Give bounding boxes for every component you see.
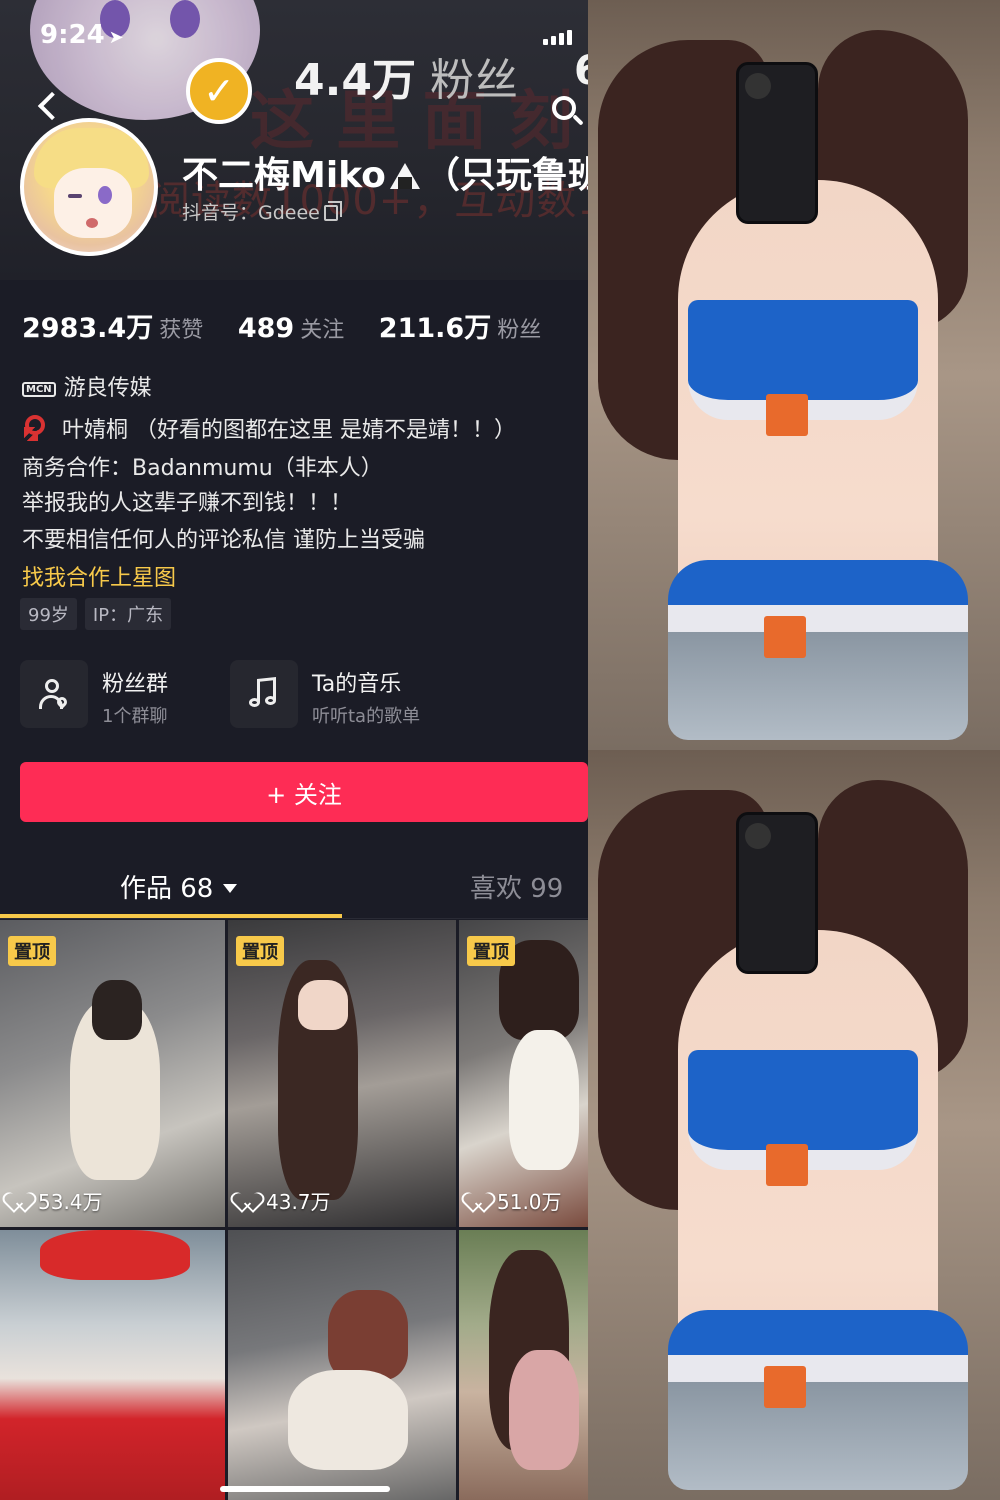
photo-bottom [588, 750, 1000, 1500]
video-likes: 53.4万 [10, 1186, 103, 1215]
heart-icon [238, 1193, 258, 1211]
starmap-link[interactable]: 找我合作上星图 [22, 560, 176, 592]
status-time: 9:24 ➤ [40, 20, 124, 50]
tab-divider [0, 918, 588, 919]
stat-followers[interactable]: 211.6万 粉丝 [379, 306, 541, 345]
back-button[interactable] [34, 91, 67, 126]
video-likes: 51.0万 [469, 1186, 562, 1215]
pinned-badge: 置顶 [236, 936, 284, 966]
mcn-agency[interactable]: MCN 游良传媒 [22, 370, 152, 402]
tab-likes[interactable]: 喜欢 99 [470, 868, 563, 905]
music-card[interactable]: Ta的音乐 听听ta的歌单 [230, 660, 440, 730]
tab-works[interactable]: 作品 68 [120, 868, 238, 905]
copy-icon[interactable] [323, 201, 342, 221]
onigiri-icon [389, 163, 420, 189]
stat-following[interactable]: 489 关注 [238, 312, 344, 344]
search-button[interactable] [548, 92, 588, 132]
ribbon-icon [22, 415, 45, 441]
video-thumbnail[interactable] [228, 1230, 456, 1500]
video-thumbnail[interactable] [459, 1230, 588, 1500]
profile-screen: 这 里 面 刻 阅读数1000+，互动数10 ✓ 9:24 ➤ 4.4万 粉丝 6 … [0, 0, 588, 1500]
mcn-badge-icon: MCN [22, 382, 56, 397]
location-arrow-icon: ➤ [108, 27, 124, 48]
photo-top [588, 0, 1000, 750]
feature-cards: 粉丝群 1个群聊 Ta的音乐 听听ta的歌单 [20, 660, 440, 730]
avatar[interactable] [20, 118, 158, 256]
douyin-id[interactable]: 抖音号：Gdeee [182, 198, 342, 225]
video-thumbnail[interactable]: 置顶 43.7万 [228, 920, 456, 1227]
bio-line-1: 叶婧桐 （好看的图都在这里 是婧不是靖！！） [22, 412, 516, 444]
header-fans-count: 4.4万 粉丝 [294, 55, 518, 106]
caret-down-icon [223, 884, 238, 893]
profile-stats: 2983.4万 获赞 489 关注 211.6万 粉丝 [22, 306, 567, 345]
stat-likes: 2983.4万 获赞 [22, 313, 204, 344]
follow-button[interactable]: + 关注 [20, 762, 588, 822]
ip-location-tag: IP：广东 [84, 598, 172, 630]
fan-group-card[interactable]: 粉丝群 1个群聊 [20, 660, 230, 730]
video-likes: 43.7万 [238, 1186, 331, 1215]
video-grid: 置顶 53.4万 置顶 43.7万 置顶 51.0万 [0, 920, 588, 1500]
fan-group-icon [39, 679, 70, 710]
profile-nickname: 不二梅Miko （只玩鲁班 [182, 155, 588, 196]
bio-line-2: 商务合作：Badanmumu（非本人） [22, 456, 383, 481]
signal-icon [543, 30, 572, 45]
video-thumbnail[interactable]: 置顶 53.4万 [0, 920, 225, 1227]
bio-line-3: 举报我的人这辈子赚不到钱！！！ [22, 491, 353, 516]
pinned-badge: 置顶 [467, 936, 515, 966]
chevron-left-icon [37, 91, 67, 121]
bio-line-4: 不要相信任何人的评论私信 谨防上当受骗 [22, 528, 425, 553]
pinned-badge: 置顶 [8, 936, 56, 966]
age-tag: 99岁 [20, 598, 77, 630]
header-partial-count: 6 [574, 48, 588, 94]
music-title: Ta的音乐 [312, 672, 402, 697]
video-thumbnail[interactable]: 置顶 51.0万 [459, 920, 588, 1227]
fan-group-title: 粉丝群 [102, 672, 169, 697]
home-indicator[interactable] [220, 1486, 390, 1492]
fan-group-subtitle: 1个群聊 [102, 706, 168, 727]
music-note-icon [249, 677, 279, 710]
profile-tags: 99岁 IP：广东 [20, 598, 172, 630]
heart-icon [469, 1193, 489, 1211]
heart-icon [10, 1193, 30, 1211]
video-thumbnail[interactable] [0, 1230, 225, 1500]
music-subtitle: 听听ta的歌单 [312, 706, 421, 727]
verified-check-icon: ✓ [186, 58, 252, 124]
